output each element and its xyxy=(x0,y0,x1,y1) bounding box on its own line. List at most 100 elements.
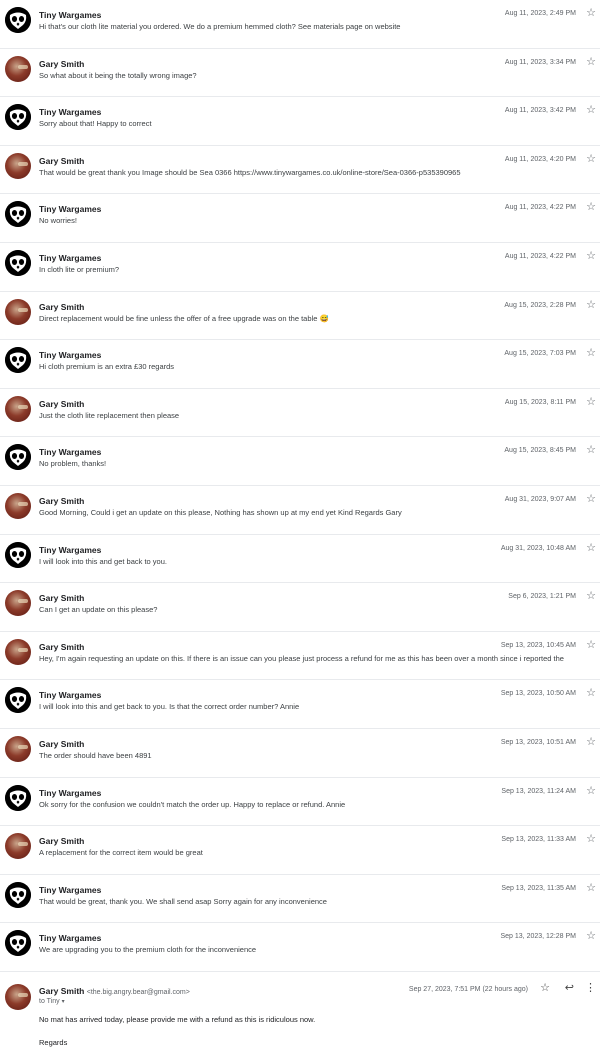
sender-name: Gary Smith xyxy=(39,593,85,604)
star-icon[interactable]: ☆ xyxy=(586,493,596,505)
sender-name: Gary Smith xyxy=(39,836,85,847)
gary-smith-avatar[interactable] xyxy=(5,395,31,422)
message-row[interactable]: Gary Smith Just the cloth lite replacemen… xyxy=(0,389,600,438)
message-row[interactable]: Tiny Wargames No problem, thanks! Aug 15, … xyxy=(0,437,600,486)
message-date: Sep 13, 2023, 10:51 AM xyxy=(500,738,576,746)
star-icon[interactable]: ☆ xyxy=(586,688,596,699)
tiny-wargames-logo-icon xyxy=(5,347,31,374)
tiny-wargames-avatar[interactable] xyxy=(5,881,31,908)
tiny-wargames-avatar[interactable] xyxy=(5,249,31,276)
sender-name: Tiny Wargames xyxy=(39,204,102,215)
message-date: Aug 15, 2023, 8:45 PM xyxy=(504,447,576,455)
tiny-wargames-avatar[interactable] xyxy=(5,201,31,228)
gary-smith-avatar[interactable] xyxy=(5,298,31,325)
message-row[interactable]: Gary Smith Direct replacement would be fi… xyxy=(0,292,600,341)
message-date: Aug 11, 2023, 3:42 PM xyxy=(504,107,576,115)
gary-smith-avatar[interactable] xyxy=(5,735,31,762)
message-row[interactable]: Gary Smith Can I get an update on this pl… xyxy=(0,583,600,632)
tiny-wargames-avatar[interactable] xyxy=(5,347,31,374)
star-icon[interactable]: ☆ xyxy=(586,299,596,311)
gary-smith-avatar[interactable] xyxy=(5,638,31,665)
star-icon[interactable]: ☆ xyxy=(586,591,596,602)
message-row[interactable]: Tiny Wargames No worries! Aug 11, 2023, 4:… xyxy=(0,194,600,243)
star-icon[interactable]: ☆ xyxy=(586,250,596,262)
more-vert-icon[interactable]: ⋮ xyxy=(585,982,596,994)
star-icon[interactable]: ☆ xyxy=(586,931,596,942)
message-date: Sep 13, 2023, 10:45 AM xyxy=(500,641,576,649)
gary-smith-avatar[interactable] xyxy=(5,55,31,82)
message-row[interactable]: Gary Smith That would be great thank you … xyxy=(0,146,600,195)
star-icon[interactable]: ☆ xyxy=(586,8,596,19)
star-icon[interactable]: ☆ xyxy=(586,348,596,359)
message-date: Aug 11, 2023, 4:22 PM xyxy=(504,252,576,260)
sender-name: Gary Smith xyxy=(39,398,85,409)
star-icon[interactable]: ☆ xyxy=(586,785,596,797)
caret-down-icon[interactable]: ▾ xyxy=(62,999,65,1005)
tiny-wargames-logo-icon xyxy=(5,249,31,276)
sender-avatar[interactable] xyxy=(5,983,31,1010)
star-icon[interactable]: ☆ xyxy=(586,445,596,456)
message-row[interactable]: Gary Smith Hey, I'm again requesting an u… xyxy=(0,632,600,681)
message-date: Aug 31, 2023, 9:07 AM xyxy=(504,495,576,503)
email-thread: Tiny Wargames Hi that's our cloth lite ma… xyxy=(0,0,600,1052)
message-row[interactable]: Tiny Wargames I will look into this and g… xyxy=(0,680,600,729)
tiny-wargames-avatar[interactable] xyxy=(5,7,31,33)
star-icon[interactable]: ☆ xyxy=(586,396,596,408)
gary-smith-avatar[interactable] xyxy=(5,152,31,179)
sender-name: Tiny Wargames xyxy=(39,107,102,118)
message-row[interactable]: Tiny Wargames That would be great, thank … xyxy=(0,875,600,924)
message-date: Sep 13, 2023, 10:50 AM xyxy=(500,690,576,698)
message-row[interactable]: Tiny Wargames Hi cloth premium is an extr… xyxy=(0,340,600,389)
tiny-wargames-logo-icon xyxy=(5,541,31,568)
message-row[interactable]: Gary Smith A replacement for the correct … xyxy=(0,826,600,875)
sender-name: Tiny Wargames xyxy=(39,544,102,555)
message-row[interactable]: Gary Smith The order should have been 489… xyxy=(0,729,600,778)
message-snippet: Ok sorry for the confusion we couldn't m… xyxy=(39,799,346,809)
message-date: Sep 13, 2023, 11:24 AM xyxy=(501,787,576,795)
gary-smith-avatar[interactable] xyxy=(5,492,31,519)
message-row[interactable]: Tiny Wargames Sorry about that! Happy to … xyxy=(0,97,600,146)
star-icon[interactable]: ☆ xyxy=(586,105,596,116)
star-icon[interactable]: ☆ xyxy=(540,982,550,994)
tiny-wargames-avatar[interactable] xyxy=(5,104,31,131)
message-row[interactable]: Tiny Wargames We are upgrading you to the… xyxy=(0,923,600,972)
message-row[interactable]: Tiny Wargames I will look into this and g… xyxy=(0,535,600,584)
message-snippet: Sorry about that! Happy to correct xyxy=(39,119,152,129)
star-icon[interactable]: ☆ xyxy=(586,736,596,748)
message-date: Aug 11, 2023, 2:49 PM xyxy=(504,10,576,17)
message-snippet: No worries! xyxy=(39,216,77,226)
message-row[interactable]: Gary Smith Good Morning, Could i get an u… xyxy=(0,486,600,535)
expanded-sender-name: Gary Smith xyxy=(39,985,85,996)
sender-name: Gary Smith xyxy=(39,301,85,312)
star-icon[interactable]: ☆ xyxy=(586,153,596,165)
gary-smith-avatar[interactable] xyxy=(5,590,31,617)
tiny-wargames-avatar[interactable] xyxy=(5,444,31,471)
star-icon[interactable]: ☆ xyxy=(586,639,596,651)
tiny-wargames-avatar[interactable] xyxy=(5,541,31,568)
sender-name: Tiny Wargames xyxy=(39,690,102,701)
sender-name: Tiny Wargames xyxy=(39,933,102,944)
star-icon[interactable]: ☆ xyxy=(586,202,596,213)
tiny-wargames-logo-icon xyxy=(5,7,31,33)
message-snippet: Just the cloth lite replacement then ple… xyxy=(39,410,180,420)
star-icon[interactable]: ☆ xyxy=(586,56,596,68)
expanded-date: Sep 27, 2023, 7:51 PM (22 hours ago) xyxy=(408,985,528,993)
reply-icon[interactable]: ↩ xyxy=(565,982,574,994)
message-row[interactable]: Tiny Wargames Ok sorry for the confusion … xyxy=(0,778,600,827)
recipient-details[interactable]: to Tiny ▾ xyxy=(39,998,65,1005)
tiny-wargames-avatar[interactable] xyxy=(5,687,31,714)
message-row[interactable]: Tiny Wargames Hi that's our cloth lite ma… xyxy=(0,0,600,49)
message-body-line: No mat has arrived today, please provide… xyxy=(39,1014,316,1024)
message-date: Aug 11, 2023, 4:20 PM xyxy=(504,155,576,163)
tiny-wargames-avatar[interactable] xyxy=(5,784,31,811)
gary-smith-avatar[interactable] xyxy=(5,833,31,860)
expanded-sender-email: <the.big.angry.bear@gmail.com> xyxy=(86,988,190,996)
tiny-wargames-avatar[interactable] xyxy=(5,930,31,957)
message-row[interactable]: Gary Smith So what about it being the tot… xyxy=(0,49,600,98)
message-date: Aug 11, 2023, 3:34 PM xyxy=(504,58,576,66)
message-snippet: I will look into this and get back to yo… xyxy=(39,556,167,566)
star-icon[interactable]: ☆ xyxy=(586,834,596,845)
star-icon[interactable]: ☆ xyxy=(586,882,596,894)
star-icon[interactable]: ☆ xyxy=(586,542,596,554)
message-row[interactable]: Tiny Wargames In cloth lite or premium? Au… xyxy=(0,243,600,292)
